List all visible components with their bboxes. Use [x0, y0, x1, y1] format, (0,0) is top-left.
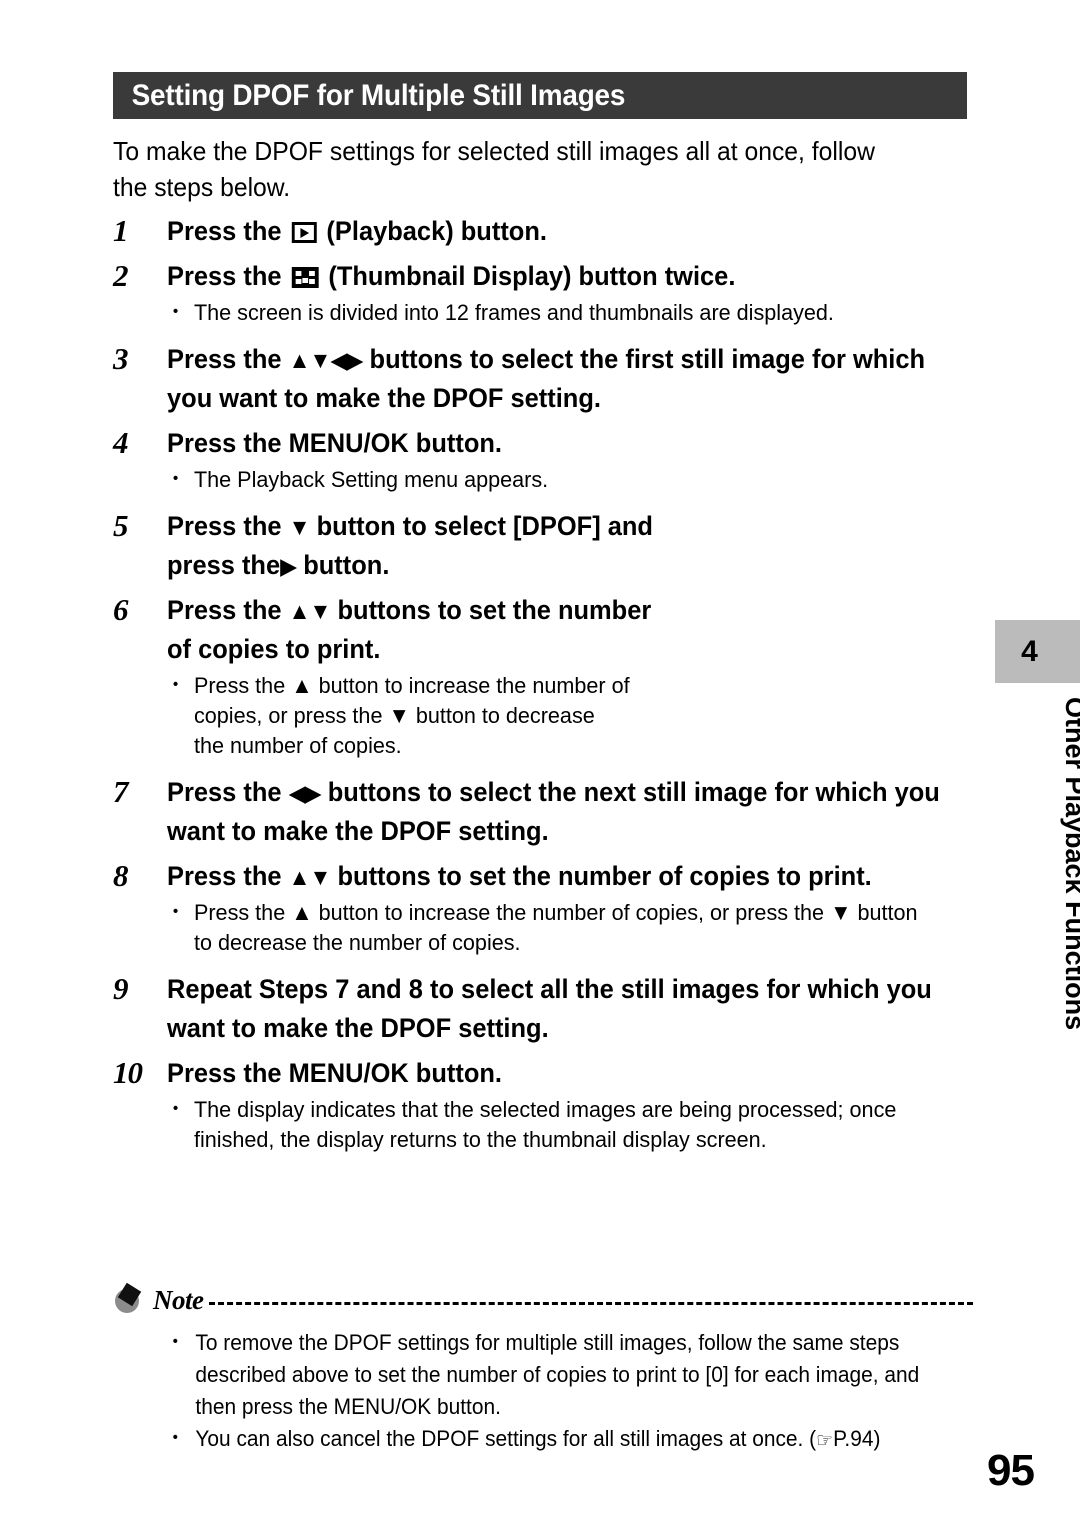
- step-item-3: 3 Press the ▲▼◀▶ buttons to select the f…: [113, 340, 973, 418]
- step-item-5: 5 Press the ▼ button to select [DPOF] an…: [113, 507, 973, 585]
- step-number-10: 10: [113, 1055, 143, 1090]
- step-item-2: 2 Press the (Thumbnail Display) button t…: [113, 257, 973, 328]
- step-text-2-after: (Thumbnail Display) button twice.: [328, 261, 736, 291]
- up-down-arrows-icon: ▲▼: [288, 598, 332, 624]
- step-item-4: 4 Press the MENU/OK button. The Playback…: [113, 424, 973, 495]
- note-icon: [113, 1282, 143, 1315]
- step-text-2: Press the (Thumbnail Display) button twi…: [167, 257, 941, 296]
- intro-paragraph: To make the DPOF settings for selected s…: [113, 136, 875, 202]
- step-number-3: 3: [113, 341, 129, 376]
- step-text-8-after: buttons to set the number of copies to p…: [337, 861, 872, 891]
- step-number-9: 9: [113, 971, 129, 1006]
- step-2-bullets: The screen is divided into 12 frames and…: [169, 297, 973, 328]
- step-number-7: 7: [113, 774, 129, 809]
- step-item-7: 7 Press the ◀▶ buttons to select the nex…: [113, 773, 973, 851]
- step-text-8: Press the ▲▼ buttons to set the number o…: [167, 857, 941, 896]
- step-text-4: Press the MENU/OK button.: [167, 428, 502, 458]
- step-item-10: 10 Press the MENU/OK button. The display…: [113, 1054, 973, 1155]
- step-number-8: 8: [113, 858, 129, 893]
- bullet-item: The Playback Setting menu appears.: [169, 464, 941, 495]
- note-bullet-text: You can also cancel the DPOF settings fo…: [195, 1426, 817, 1451]
- page-title-banner: Setting DPOF for Multiple Still Images: [113, 72, 967, 119]
- step-item-9: 9 Repeat Steps 7 and 8 to select all the…: [113, 970, 973, 1048]
- note-block: Note To remove the DPOF settings for mul…: [113, 1282, 973, 1457]
- note-label: Note: [153, 1284, 204, 1315]
- step-text-3: Press the ▲▼◀▶ buttons to select the fir…: [167, 340, 941, 418]
- chapter-number-box: 4: [995, 620, 1080, 683]
- page-title: Setting DPOF for Multiple Still Images: [131, 78, 626, 112]
- step-text-7-before: Press the: [167, 777, 282, 807]
- chapter-side-tab: 4 Other Playback Functions: [995, 620, 1080, 1030]
- playback-button-icon: [291, 222, 317, 243]
- step-text-7: Press the ◀▶ buttons to select the next …: [167, 773, 941, 851]
- note-bullet-item: To remove the DPOF settings for multiple…: [165, 1326, 933, 1423]
- step-item-1: 1 Press the (Playback) button.: [113, 212, 973, 251]
- note-header: Note: [113, 1282, 973, 1317]
- page-number: 95: [987, 1446, 1035, 1495]
- note-divider: [209, 1302, 973, 1306]
- step-text-6-before: Press the: [167, 595, 282, 625]
- reference-page-label: P.94): [833, 1426, 881, 1451]
- manual-page: Setting DPOF for Multiple Still Images T…: [0, 0, 1080, 1528]
- step-number-6: 6: [113, 592, 129, 627]
- step-number-2: 2: [113, 258, 129, 293]
- step-text-3-after: buttons to select the first still image …: [167, 344, 926, 413]
- note-bullet-item: You can also cancel the DPOF settings fo…: [165, 1422, 933, 1457]
- step-text-8-before: Press the: [167, 861, 282, 891]
- step-8-bullets: Press the ▲ button to increase the numbe…: [169, 897, 973, 958]
- step-item-8: 8 Press the ▲▼ buttons to set the number…: [113, 857, 973, 958]
- step-text-10: Press the MENU/OK button.: [167, 1058, 502, 1088]
- step-number-4: 4: [113, 425, 129, 460]
- step-text-1-before: Press the: [167, 216, 282, 246]
- down-arrow-icon: ▼: [288, 514, 311, 540]
- step-6-bullets: Press the ▲ button to increase the numbe…: [169, 670, 973, 761]
- step-item-6: 6 Press the ▲▼ buttons to set the number…: [113, 591, 973, 761]
- bullet-item: Press the ▲ button to increase the numbe…: [169, 670, 631, 761]
- left-right-arrows-icon: ◀▶: [288, 780, 322, 806]
- step-text-7-after: buttons to select the next still image f…: [167, 777, 940, 846]
- step-list: 1 Press the (Playback) button. 2 Press t…: [113, 212, 973, 1155]
- step-number-5: 5: [113, 508, 129, 543]
- chapter-number: 4: [1021, 634, 1038, 668]
- step-text-5: Press the ▼ button to select [DPOF] and …: [167, 507, 666, 585]
- step-text-2-before: Press the: [167, 261, 282, 291]
- step-4-bullets: The Playback Setting menu appears.: [169, 464, 973, 495]
- step-text-6: Press the ▲▼ buttons to set the number o…: [167, 591, 666, 669]
- up-down-arrows-icon: ▲▼: [288, 864, 332, 890]
- chapter-label: Other Playback Functions: [1060, 697, 1080, 1031]
- step-text-5-after: button.: [303, 550, 390, 580]
- step-text-3-before: Press the: [167, 344, 282, 374]
- bullet-item: The screen is divided into 12 frames and…: [169, 297, 941, 328]
- direction-arrows-icon: ▲▼◀▶: [288, 347, 364, 373]
- thumbnail-display-button-icon: [291, 267, 319, 288]
- bullet-item: The display indicates that the selected …: [169, 1094, 941, 1155]
- step-text-5-before: Press the: [167, 511, 282, 541]
- reference-hand-icon: ☞: [816, 1430, 834, 1452]
- right-arrow-icon: ▶: [280, 553, 297, 579]
- step-number-1: 1: [113, 213, 129, 248]
- bullet-item: Press the ▲ button to increase the numbe…: [169, 897, 941, 958]
- step-text-1: Press the (Playback) button.: [167, 212, 941, 251]
- step-text-1-after: (Playback) button.: [326, 216, 547, 246]
- step-10-bullets: The display indicates that the selected …: [169, 1094, 973, 1155]
- step-text-9: Repeat Steps 7 and 8 to select all the s…: [167, 974, 932, 1043]
- note-bullet-list: To remove the DPOF settings for multiple…: [113, 1326, 973, 1457]
